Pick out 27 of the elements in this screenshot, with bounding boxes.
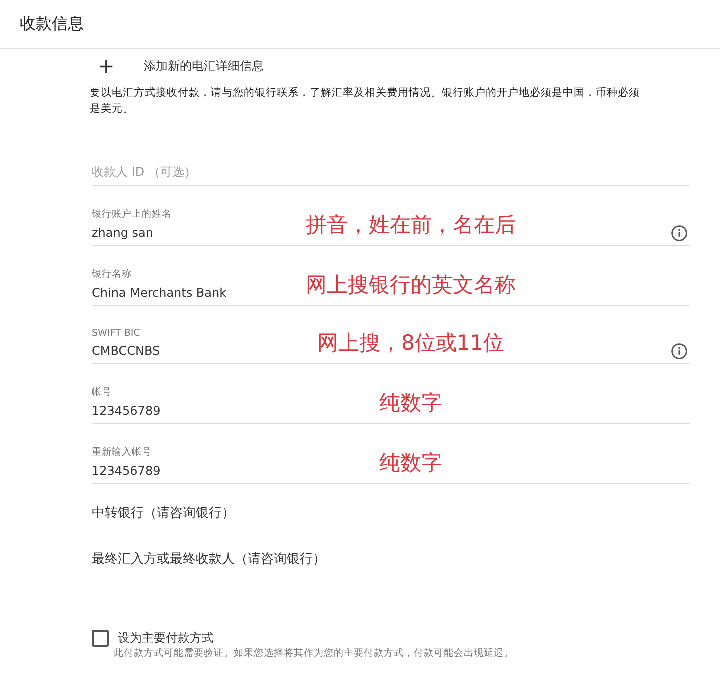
input-field[interactable]: China Merchants Bank: [92, 286, 227, 300]
info-icon[interactable]: [671, 224, 688, 242]
annotation-text: 拼音，姓在前，名在后: [306, 212, 516, 239]
input-field[interactable]: zhang san: [92, 226, 154, 240]
annotation-text: 网上搜银行的英文名称: [306, 272, 516, 299]
annotation-text: 纯数字: [380, 390, 442, 417]
window-title: 收款信息: [20, 14, 84, 34]
checkbox[interactable]: [92, 630, 109, 647]
field-label: 银行名称: [92, 268, 133, 281]
info-icon[interactable]: [671, 342, 688, 360]
input-field[interactable]: CMBCCNBS: [92, 344, 160, 358]
checkbox-label[interactable]: 设为主要付款方式: [118, 630, 214, 647]
input-field[interactable]: 收款人 ID （可选）: [92, 165, 690, 185]
annotation-text: 网上搜，8位或11位: [317, 330, 505, 357]
field-label: 帐号: [92, 386, 113, 399]
input-field[interactable]: 123456789: [92, 464, 161, 478]
hint-text: 此付款方式可能需要验证。如果您选择将其作为您的主要付款方式，付款可能会出现延迟。: [114, 647, 515, 660]
field-label: 银行账户上的姓名: [92, 208, 173, 221]
notice-text: 要以电汇方式接收付款，请与您的银行联系，了解汇率及相关费用情况。银行账户的开户地必须是中国，币种必须是美元。: [90, 86, 641, 117]
add-link[interactable]: 添加新的电汇详细信息: [144, 58, 264, 74]
section-heading[interactable]: 最终汇入方或最终收款人（请咨询银行）: [92, 550, 690, 568]
field-label: 重新输入帐号: [92, 446, 153, 459]
plus-icon[interactable]: +: [92, 54, 144, 78]
input-field[interactable]: 123456789: [92, 404, 161, 418]
field-label: SWIFT BIC: [92, 328, 142, 339]
annotation-text: 纯数字: [380, 450, 442, 477]
section-heading[interactable]: 中转银行（请咨询银行）: [92, 504, 690, 522]
